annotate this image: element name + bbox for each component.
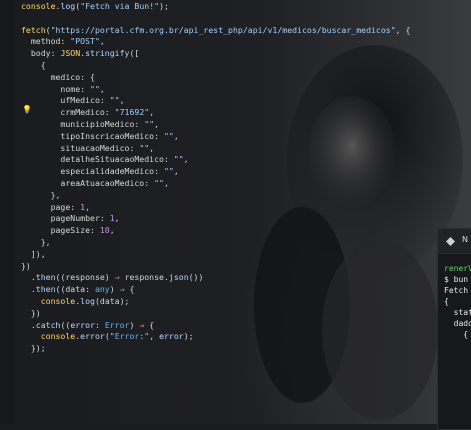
code-text: nome: "", — [21, 83, 105, 94]
code-text: page: 1, — [21, 201, 91, 212]
code-text: situacaoMedico: "", — [21, 142, 155, 153]
code-text: areaAtuacaoMedico: "", — [21, 178, 169, 188]
code-text: .then((data: any) ⇒ { — [21, 284, 135, 295]
code-text: console.log("Fetch via Bun!"); — [21, 1, 169, 11]
code-text: pageNumber: 1, — [21, 213, 120, 224]
code-text: .then((response) ⇒ response.json()) — [21, 272, 204, 283]
lightbulb-icon[interactable]: 💡 — [22, 105, 32, 115]
code-text: pageSize: 10, — [21, 225, 115, 236]
code-text: body: JSON.stringify([ — [21, 48, 140, 59]
code-text: .catch((error: Error) ⇒ { — [21, 319, 155, 330]
terminal-window[interactable]: N renerV $ bun Fetch{ stat dado { — [437, 228, 471, 430]
code-text: medico: { — [21, 71, 95, 82]
code-text: console.error("Error:", error); — [40, 331, 194, 342]
code-text: method: "POST", — [21, 36, 105, 47]
code-text: { — [21, 60, 46, 70]
code-text: ]), — [21, 248, 46, 259]
code-text: }); — [21, 343, 46, 354]
editor-gutter — [0, 0, 14, 424]
code-text: console.log(data); — [40, 296, 130, 306]
code-text: crmMedico: "71692", — [21, 107, 155, 118]
code-text: }) — [21, 260, 31, 271]
terminal-titlebar[interactable]: N — [438, 229, 471, 254]
code-text: }, — [21, 189, 61, 200]
code-text: ufMedico: "", — [21, 95, 125, 106]
terminal-title: N — [462, 235, 468, 244]
code-text: municipioMedico: "", — [21, 119, 160, 129]
terminal-app-icon — [446, 237, 455, 246]
code-text: }) — [21, 307, 41, 318]
code-text: detalheSituacaoMedico: "", — [21, 154, 189, 165]
code-text: tipoInscricaoMedico: "", — [21, 130, 179, 141]
terminal-line: { — [444, 330, 469, 339]
code-text: especialidadeMedico: "", — [21, 166, 179, 177]
code-text: }, — [21, 237, 51, 247]
code-text: fetch("https://portal.cfm.org.br/api_res… — [21, 24, 411, 35]
